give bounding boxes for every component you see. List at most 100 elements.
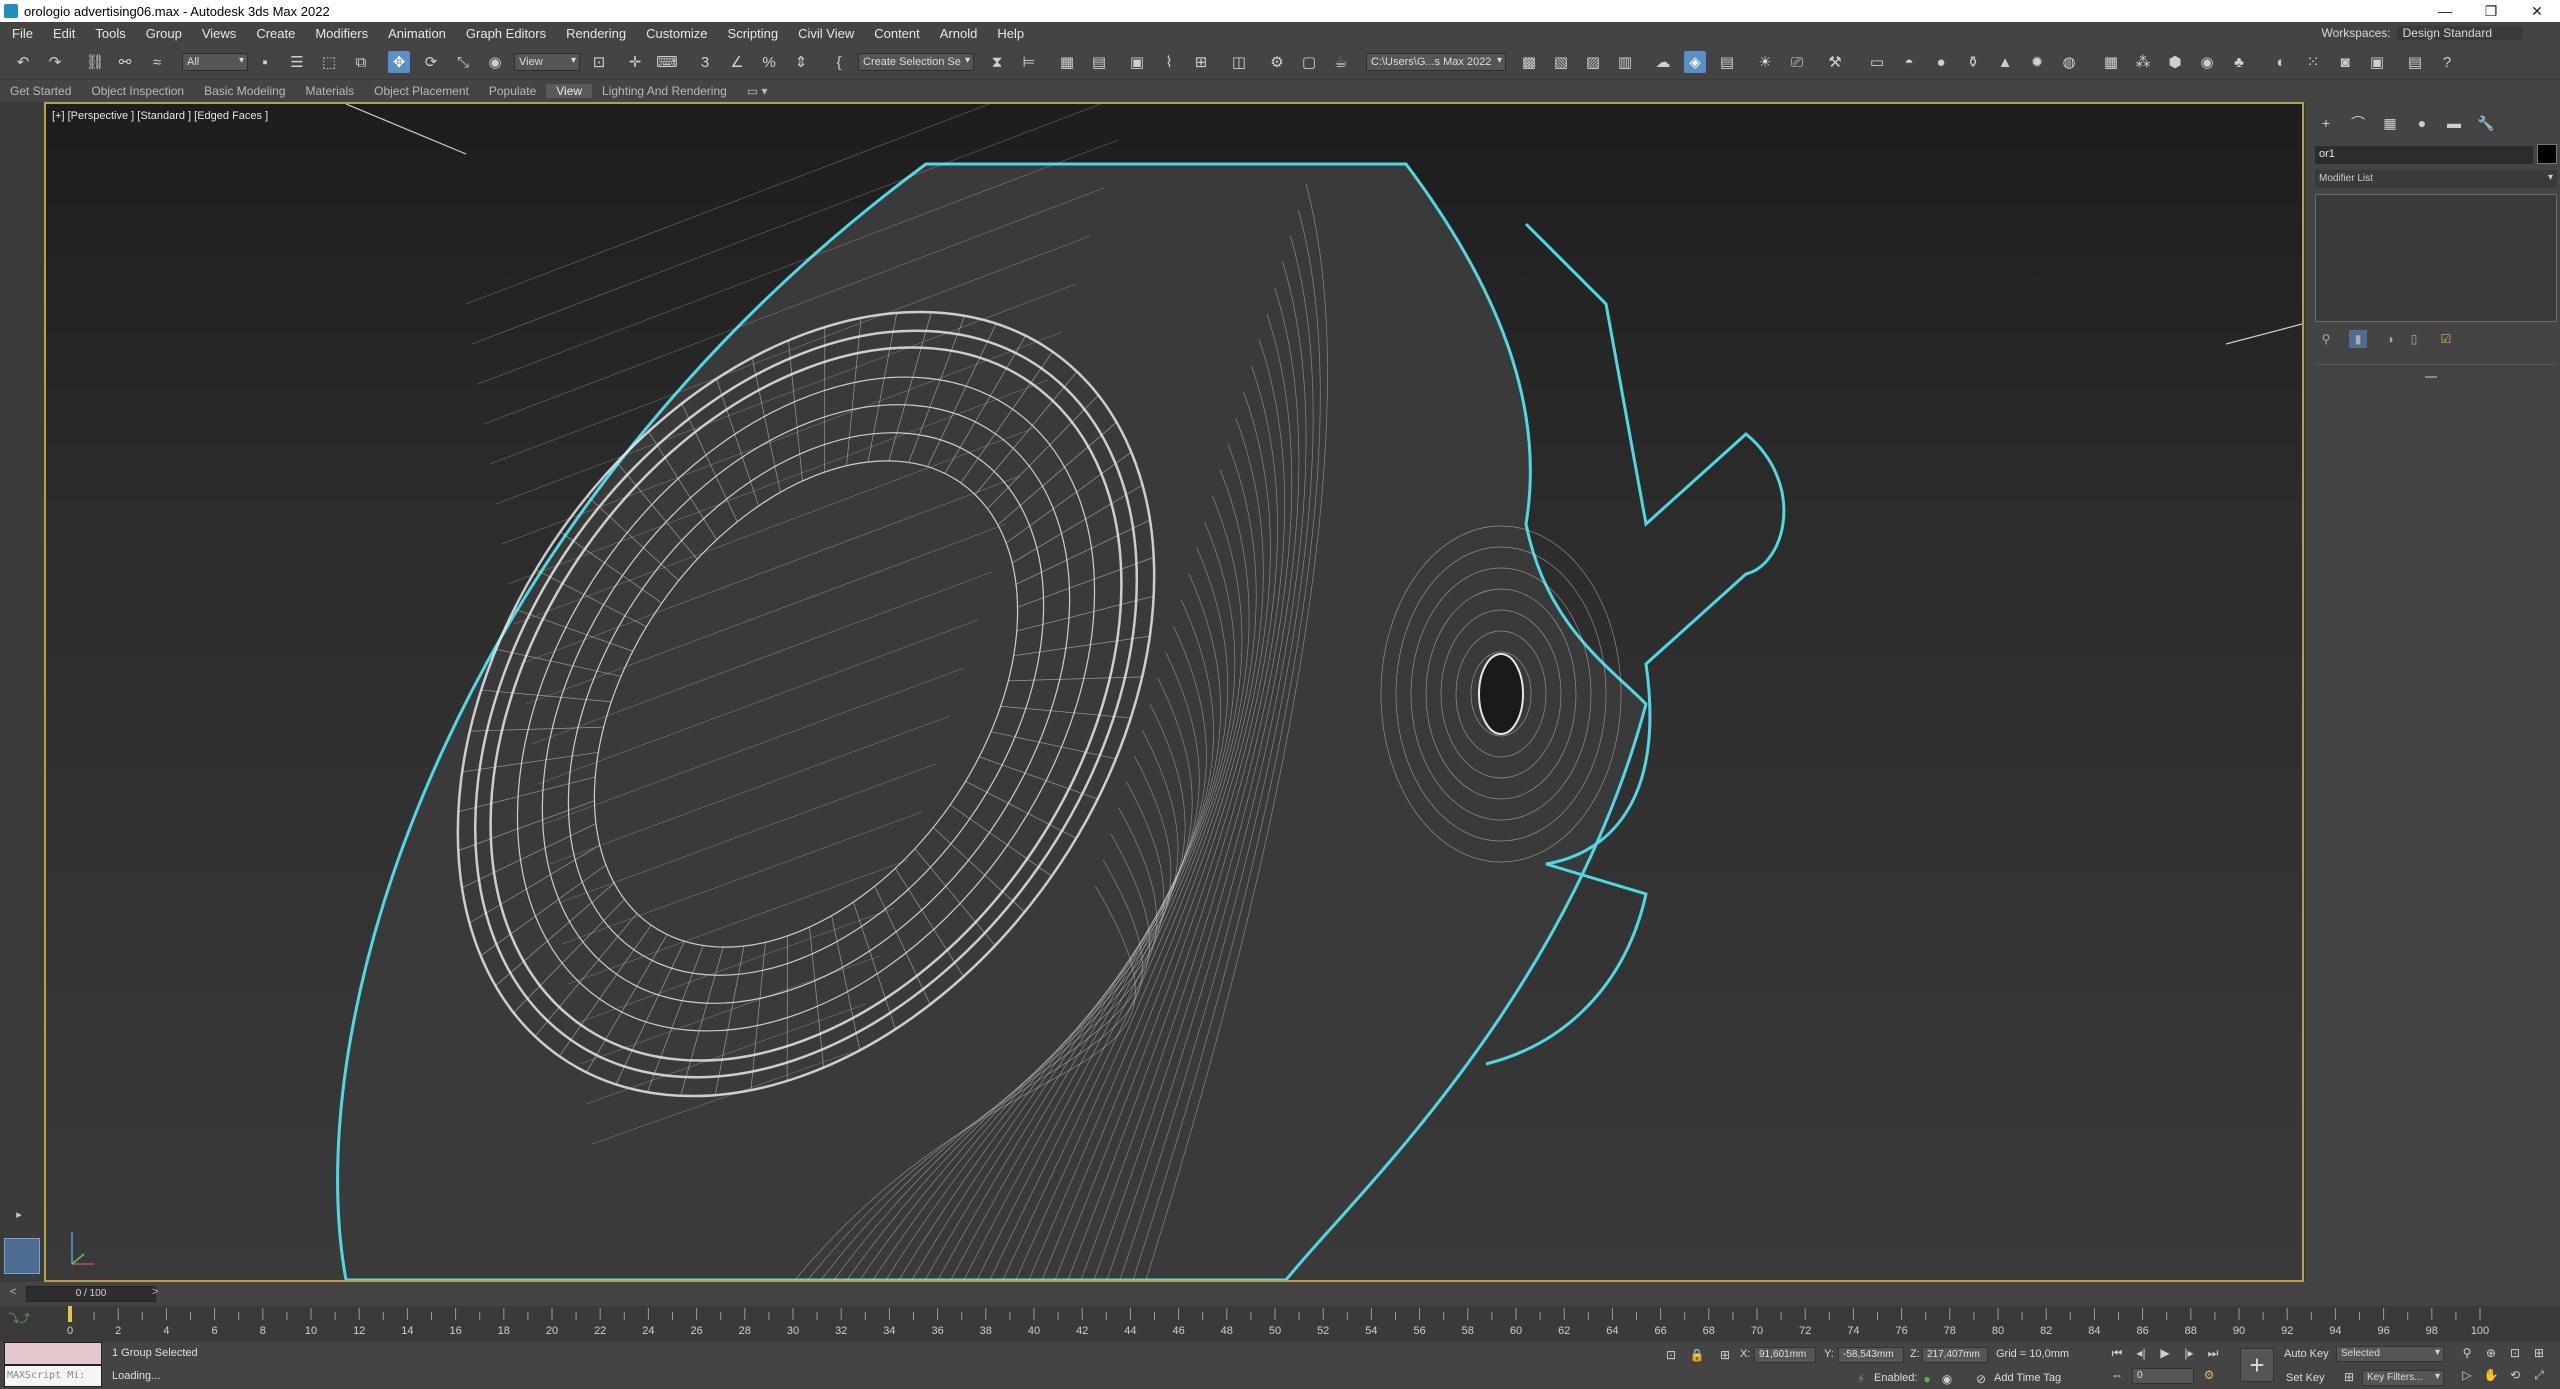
viewport-layout-icon[interactable] <box>4 1238 40 1274</box>
named-selection-dropdown[interactable]: Create Selection Se <box>858 53 974 71</box>
menu-views[interactable]: Views <box>192 26 246 41</box>
expand-layout-icon[interactable]: ▸ <box>10 1208 28 1226</box>
isolate-selection-icon[interactable]: ⊡ <box>1662 1346 1680 1364</box>
place-icon[interactable]: ◉ <box>484 51 506 73</box>
menu-tools[interactable]: Tools <box>85 26 135 41</box>
next-key-icon[interactable]: |▸ <box>2180 1344 2198 1362</box>
menu-help[interactable]: Help <box>987 26 1034 41</box>
menu-group[interactable]: Group <box>136 26 192 41</box>
add-time-tag-button[interactable]: Add Time Tag <box>1994 1372 2061 1384</box>
pan-view-icon[interactable]: ✋ <box>2482 1366 2500 1384</box>
hierarchy-panel-icon[interactable]: ▦ <box>2379 112 2401 134</box>
mini-curve-editor-icon[interactable]: ⤵⤴ <box>8 1310 48 1325</box>
color-grid-icon[interactable]: ⁙ <box>2302 51 2324 73</box>
sphere-primitive-icon[interactable]: ● <box>1930 51 1952 73</box>
set-key-button[interactable]: Set Key <box>2286 1372 2325 1384</box>
plane-primitive-icon[interactable]: ▭ <box>1866 51 1888 73</box>
show-end-result-icon[interactable]: ▮ <box>2349 330 2367 348</box>
menu-rendering[interactable]: Rendering <box>556 26 636 41</box>
render-production-icon[interactable]: ☕ <box>1330 51 1352 73</box>
selection-lock-icon[interactable]: 🔒 <box>1688 1346 1706 1364</box>
scale-icon[interactable]: ⤡ <box>452 51 474 73</box>
tab-basic-modeling[interactable]: Basic Modeling <box>194 84 295 98</box>
container-icon[interactable]: ▩ <box>1518 51 1540 73</box>
menu-customize[interactable]: Customize <box>636 26 717 41</box>
minimize-icon[interactable]: — <box>2422 0 2468 22</box>
restore-icon[interactable]: ❐ <box>2468 0 2514 22</box>
absolute-transform-icon[interactable]: ⊞ <box>1716 1346 1734 1364</box>
utilities-panel-icon[interactable]: 🔧 <box>2475 112 2497 134</box>
current-frame-field[interactable]: 0 <box>2132 1368 2194 1384</box>
toggle-scene-explorer-icon[interactable]: ▦ <box>1056 51 1078 73</box>
select-manipulate-icon[interactable]: ✛ <box>624 51 646 73</box>
modifier-list-dropdown[interactable]: Modifier List <box>2315 170 2557 188</box>
angle-snap-icon[interactable]: ∠ <box>726 51 748 73</box>
go-to-end-icon[interactable]: ⏭ <box>2204 1344 2222 1362</box>
snaps-toggle-icon[interactable]: 3 <box>694 51 716 73</box>
modifier-stack[interactable] <box>2315 194 2557 322</box>
sun-light-icon[interactable]: ✹ <box>2026 51 2048 73</box>
make-unique-icon[interactable]: ◑ <box>2381 330 2399 348</box>
close-icon[interactable]: ✕ <box>2514 0 2560 22</box>
material-editor-icon[interactable]: ◫ <box>1228 51 1250 73</box>
document-icon[interactable]: ▤ <box>2404 51 2426 73</box>
percent-snap-icon[interactable]: % <box>758 51 780 73</box>
grid-tool-icon[interactable]: ▦ <box>2100 51 2122 73</box>
maximize-viewport-icon[interactable]: ⤢ <box>2530 1366 2548 1384</box>
track-bar[interactable]: ⤵⤴ 0 2 4 6 8 10 12 14 16 18 20 22 24 26 28 30 32 34 36 38 40… <box>0 1306 2560 1342</box>
bind-space-warp-icon[interactable]: ≈ <box>146 51 168 73</box>
menu-graph-editors[interactable]: Graph Editors <box>456 26 556 41</box>
time-tag-icon[interactable]: ⊘ <box>1972 1370 1990 1388</box>
particle-icon[interactable]: ⁂ <box>2132 51 2154 73</box>
reference-coordinate-dropdown[interactable]: View <box>514 53 580 71</box>
select-object-icon[interactable]: ▪ <box>254 51 276 73</box>
sphere-shader-icon[interactable]: ◐ <box>2270 51 2292 73</box>
cone-primitive-icon[interactable]: ▲ <box>1994 51 2016 73</box>
key-filter-icon[interactable]: ⊞ <box>2340 1368 2358 1386</box>
tab-object-placement[interactable]: Object Placement <box>364 84 479 98</box>
next-frame-icon[interactable]: > <box>152 1286 166 1302</box>
configure-modifier-sets-icon[interactable]: ☑ <box>2437 330 2455 348</box>
video-icon[interactable]: ▣ <box>2366 51 2388 73</box>
teapot-primitive-icon[interactable]: ⚱ <box>1962 51 1984 73</box>
edit-named-selection-icon[interactable]: { <box>828 51 850 73</box>
tree-icon[interactable]: ♣ <box>2228 51 2250 73</box>
cameras-icon[interactable]: ⎚ <box>1786 51 1808 73</box>
wireframe-model[interactable] <box>46 104 2302 1280</box>
pivot-center-icon[interactable]: ⊡ <box>588 51 610 73</box>
time-slider-handle[interactable]: 0 / 100 <box>26 1286 156 1302</box>
create-panel-icon[interactable]: + <box>2315 112 2337 134</box>
render-setup-icon[interactable]: ⚙ <box>1266 51 1288 73</box>
update-container-icon[interactable]: ▥ <box>1614 51 1636 73</box>
unlink-icon[interactable]: ⚯ <box>114 51 136 73</box>
zoom-all-icon[interactable]: ⊕ <box>2482 1344 2500 1362</box>
play-icon[interactable]: ▶ <box>2156 1344 2174 1362</box>
time-slider[interactable]: < 0 / 100 > <box>0 1282 2560 1306</box>
lights-icon[interactable]: ☀ <box>1754 51 1776 73</box>
workspace-value[interactable]: Design Standard <box>2396 26 2522 40</box>
modify-panel-icon[interactable]: ⌒ <box>2347 112 2369 134</box>
helpers-icon[interactable]: ⚒ <box>1824 51 1846 73</box>
orbit-icon[interactable]: ⟲ <box>2506 1366 2524 1384</box>
menu-animation[interactable]: Animation <box>378 26 456 41</box>
menu-create[interactable]: Create <box>246 26 305 41</box>
timeline-ruler[interactable]: 0 2 4 6 8 10 12 14 16 18 20 22 24 26 28 30 32 34 36 38 40 42 4… <box>60 1306 2500 1342</box>
zoom-extents-icon[interactable]: ⊡ <box>2506 1344 2524 1362</box>
key-filters-button[interactable]: Key Filters... <box>2362 1370 2444 1386</box>
pin-stack-icon[interactable]: ⚲ <box>2317 330 2335 348</box>
adaptive-degradation-icon[interactable]: ⚡ <box>1852 1370 1870 1388</box>
workspace-selector[interactable]: Workspaces: Design Standard <box>2321 22 2522 44</box>
tab-populate[interactable]: Populate <box>479 84 546 98</box>
menu-file[interactable]: File <box>0 26 43 41</box>
tab-view[interactable]: View <box>546 84 593 98</box>
menu-scripting[interactable]: Scripting <box>718 26 789 41</box>
object-color-swatch[interactable] <box>2537 144 2557 164</box>
field-of-view-icon[interactable]: ▷ <box>2458 1366 2476 1384</box>
schematic-view-icon[interactable]: ⊞ <box>1190 51 1212 73</box>
curve-editor-icon[interactable]: ⌇ <box>1158 51 1180 73</box>
move-icon[interactable]: ✥ <box>388 51 410 73</box>
toggle-layer-explorer-icon[interactable]: ▤ <box>1088 51 1110 73</box>
zoom-extents-all-icon[interactable]: ⊞ <box>2530 1344 2548 1362</box>
ribbon-options-icon[interactable]: ▭ ▾ <box>737 84 778 98</box>
toggle-ribbon-icon[interactable]: ▣ <box>1126 51 1148 73</box>
